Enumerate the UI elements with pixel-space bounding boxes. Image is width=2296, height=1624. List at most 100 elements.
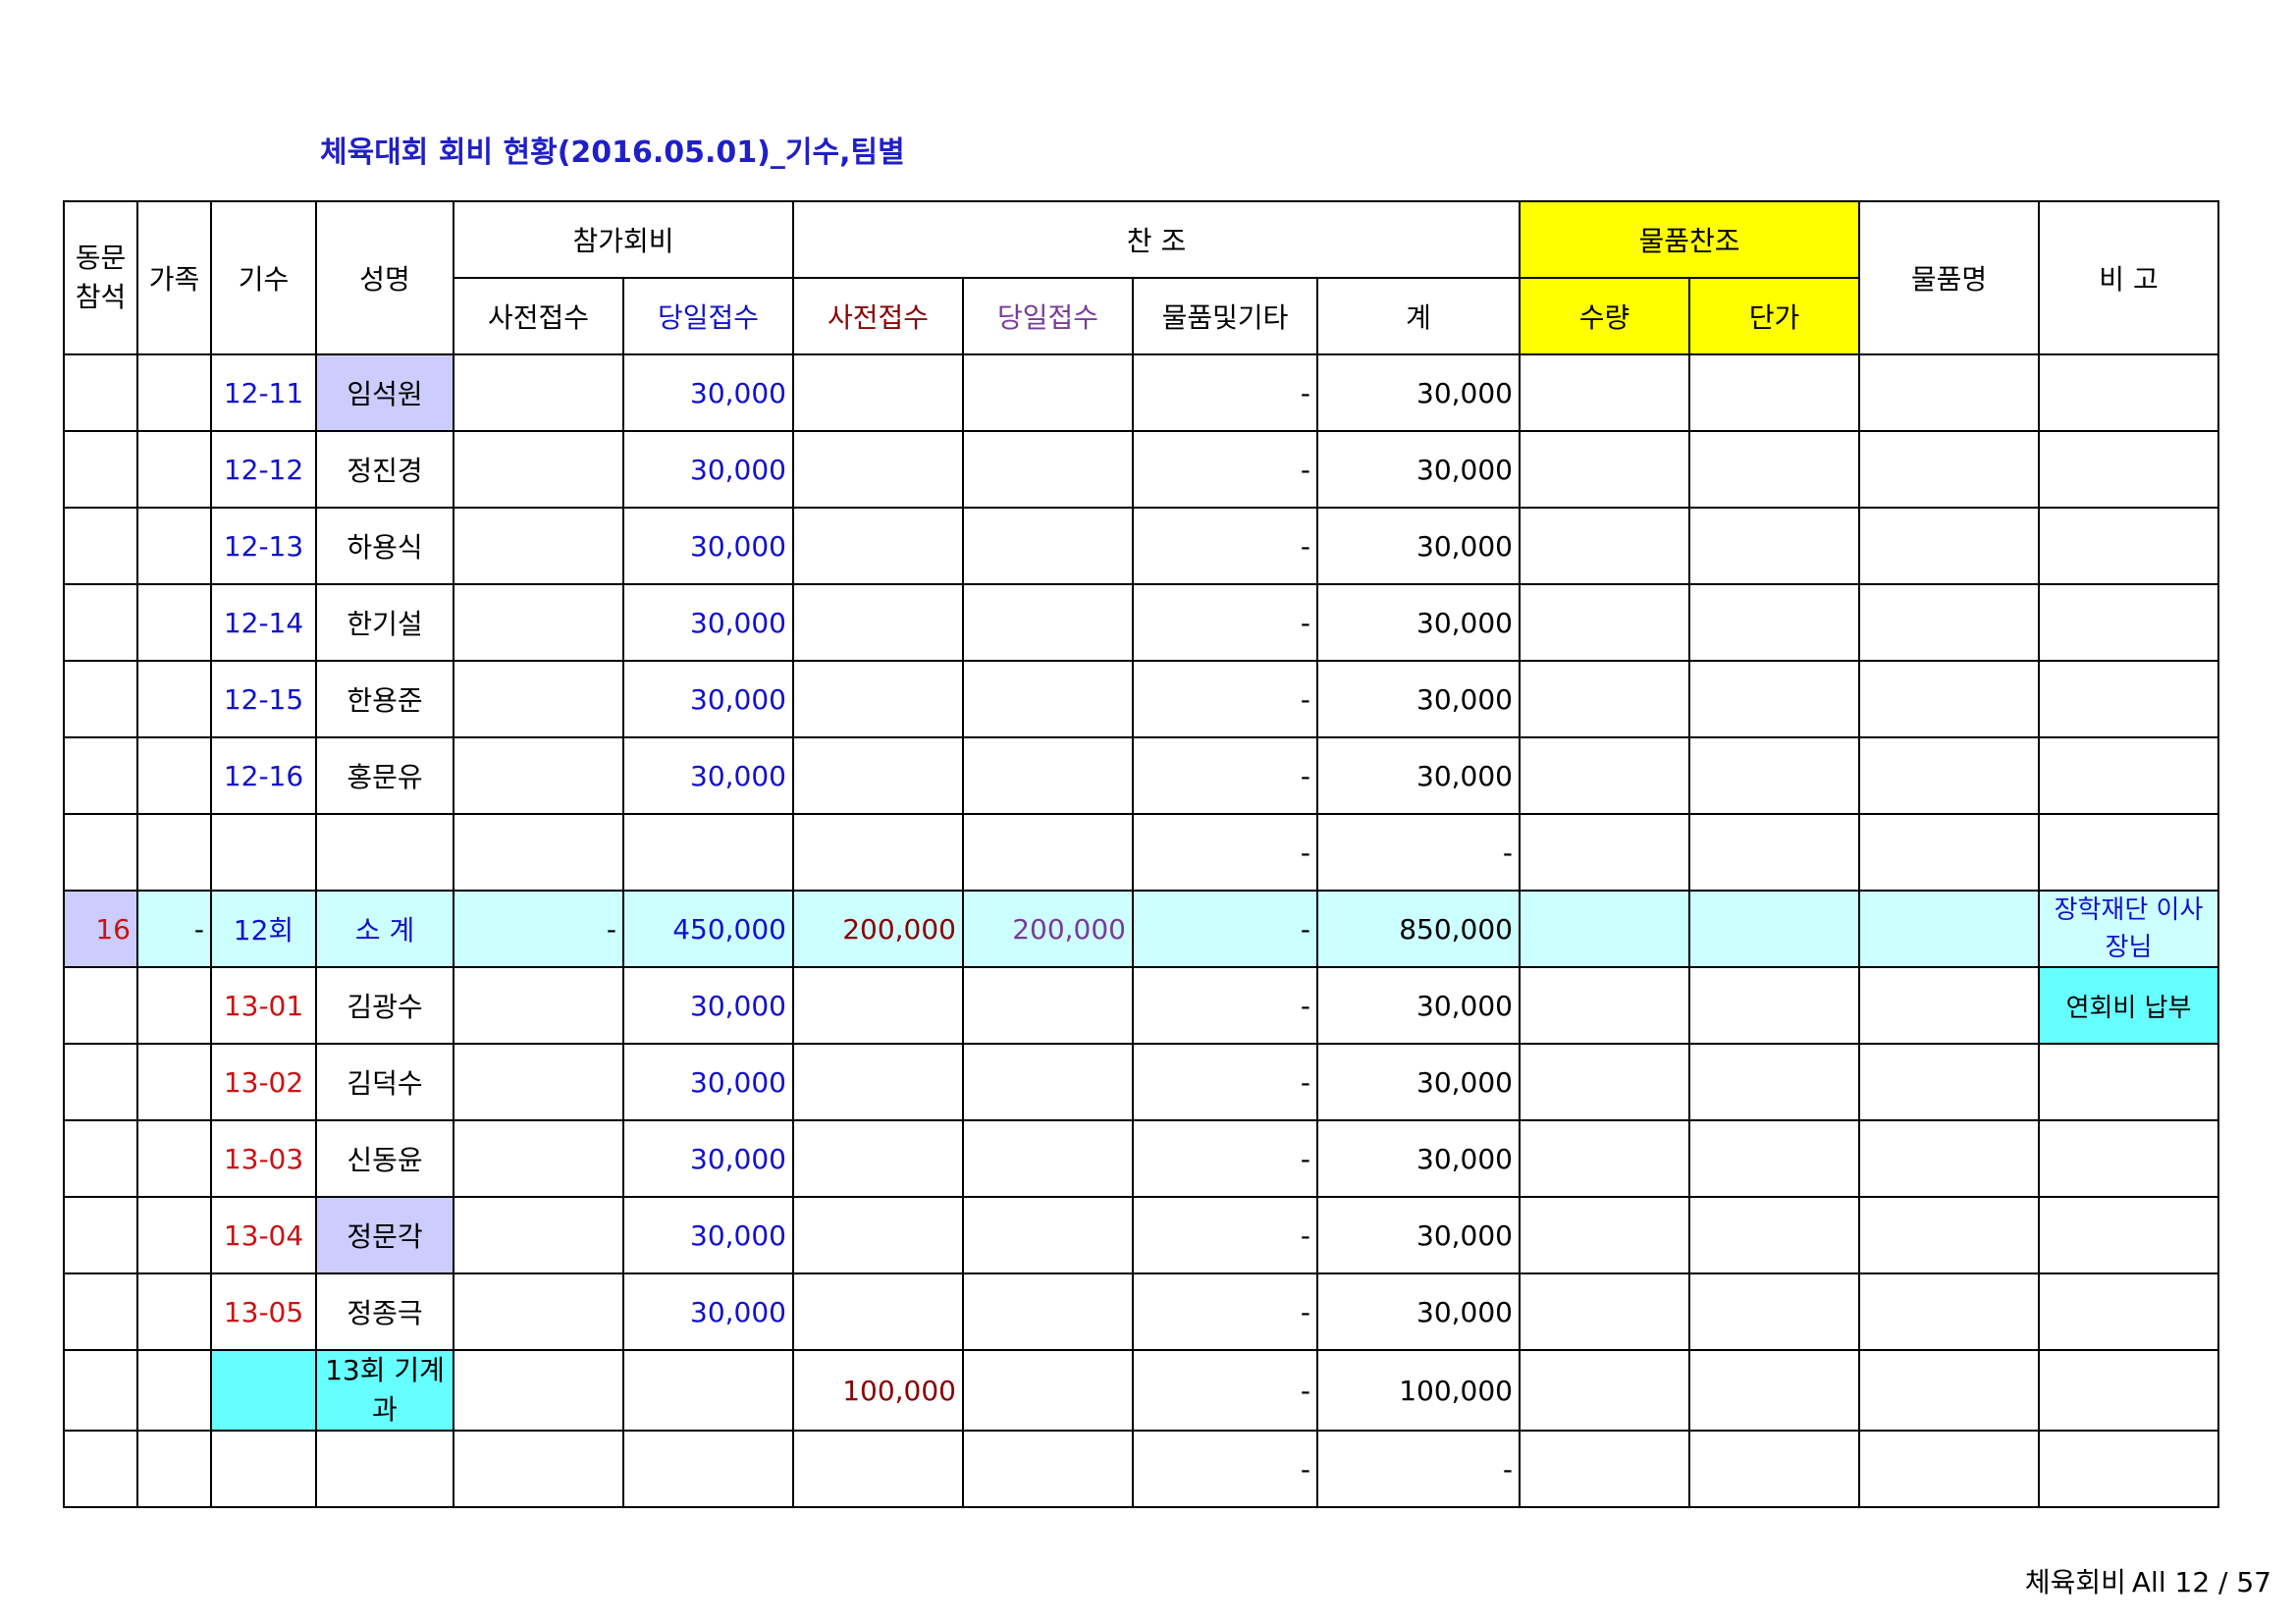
attend-cell <box>63 1043 138 1121</box>
remark-cell: 연회비 납부 <box>2038 966 2219 1045</box>
table-row: 12-11 임석원 30,000 - 30,000 <box>63 353 2219 432</box>
table-row: - - <box>63 1430 2219 1508</box>
subtotal-row: 16 - 12회 소 계 - 450,000 200,000 200,000 -… <box>63 890 2219 968</box>
goods-cell: - <box>1132 1119 1318 1198</box>
total-cell: 30,000 <box>1316 660 1521 738</box>
qty-cell <box>1519 1272 1690 1351</box>
table-row: 13-01 김광수 30,000 - 30,000 연회비 납부 <box>63 966 2219 1045</box>
qty-cell <box>1519 1349 1690 1432</box>
total-cell: 30,000 <box>1316 1043 1521 1121</box>
fee-pre-cell <box>453 1043 624 1121</box>
name-cell: 한기설 <box>315 583 454 662</box>
name-cell: 한용준 <box>315 660 454 738</box>
price-cell <box>1688 353 1860 432</box>
name-cell: 정진경 <box>315 430 454 509</box>
fee-pre-cell <box>453 736 624 815</box>
sup-day-cell <box>962 353 1134 432</box>
table-row: 12-16 홍문유 30,000 - 30,000 <box>63 736 2219 815</box>
goods-name-cell <box>1858 1043 2040 1121</box>
fee-day-cell: 450,000 <box>622 890 794 968</box>
remark-cell <box>2038 507 2219 585</box>
name-cell: 임석원 <box>315 353 454 432</box>
fee-pre-cell <box>453 430 624 509</box>
header-fee-day: 당일접수 <box>622 277 794 355</box>
page-footer: 체육회비 All 12 / 57 <box>2019 1561 2271 1600</box>
sup-pre-cell <box>792 1272 964 1351</box>
total-cell: 30,000 <box>1316 966 1521 1045</box>
header-attend: 동문 참석 <box>63 200 138 355</box>
price-cell <box>1688 890 1860 968</box>
fee-day-cell: 30,000 <box>622 736 794 815</box>
goods-name-cell <box>1858 1430 2040 1508</box>
total-cell: 30,000 <box>1316 353 1521 432</box>
remark-cell <box>2038 430 2219 509</box>
fee-day-cell: 30,000 <box>622 353 794 432</box>
family-cell <box>136 1119 212 1198</box>
fee-pre-cell <box>453 1196 624 1274</box>
header-goods-group: 물품찬조 <box>1519 200 1860 279</box>
family-cell <box>136 966 212 1045</box>
attend-cell <box>63 1349 138 1432</box>
remark-cell <box>2038 1043 2219 1121</box>
goods-cell: - <box>1132 353 1318 432</box>
goods-name-cell <box>1858 507 2040 585</box>
sup-pre-cell <box>792 1430 964 1508</box>
table-row: 13-02 김덕수 30,000 - 30,000 <box>63 1043 2219 1121</box>
name-cell <box>315 813 454 892</box>
price-cell <box>1688 660 1860 738</box>
total-cell: 850,000 <box>1316 890 1521 968</box>
goods-name-cell <box>1858 353 2040 432</box>
header-goods-name: 물품명 <box>1858 200 2040 355</box>
family-cell <box>136 507 212 585</box>
price-cell <box>1688 1196 1860 1274</box>
sup-day-cell <box>962 1043 1134 1121</box>
total-cell: 30,000 <box>1316 1119 1521 1198</box>
header-sup-day: 당일접수 <box>962 277 1134 355</box>
goods-name-cell <box>1858 890 2040 968</box>
gisu-cell <box>210 1430 317 1508</box>
attend-cell <box>63 1430 138 1508</box>
fee-pre-cell <box>453 1119 624 1198</box>
total-cell: 30,000 <box>1316 430 1521 509</box>
table-row: 13-03 신동윤 30,000 - 30,000 <box>63 1119 2219 1198</box>
price-cell <box>1688 736 1860 815</box>
header-support-group: 찬 조 <box>792 200 1521 279</box>
qty-cell <box>1519 430 1690 509</box>
total-cell: 30,000 <box>1316 583 1521 662</box>
gisu-cell: 13-04 <box>210 1196 317 1274</box>
price-cell <box>1688 583 1860 662</box>
gisu-cell: 12-12 <box>210 430 317 509</box>
header-sup-pre: 사전접수 <box>792 277 964 355</box>
gisu-cell: 12-11 <box>210 353 317 432</box>
header-name: 성명 <box>315 200 454 355</box>
goods-name-cell <box>1858 813 2040 892</box>
gisu-cell: 13-03 <box>210 1119 317 1198</box>
attend-cell <box>63 1196 138 1274</box>
price-cell <box>1688 430 1860 509</box>
qty-cell <box>1519 813 1690 892</box>
sup-pre-cell <box>792 736 964 815</box>
gisu-cell: 13-02 <box>210 1043 317 1121</box>
sup-day-cell <box>962 507 1134 585</box>
header-sup-goods: 물품및기타 <box>1132 277 1318 355</box>
header-remark: 비 고 <box>2038 200 2219 355</box>
fee-pre-cell <box>453 1349 624 1432</box>
goods-cell: - <box>1132 1196 1318 1274</box>
family-cell <box>136 1196 212 1274</box>
gisu-cell: 13-01 <box>210 966 317 1045</box>
qty-cell <box>1519 353 1690 432</box>
sup-day-cell <box>962 430 1134 509</box>
sup-pre-cell <box>792 1119 964 1198</box>
header-family: 가족 <box>136 200 212 355</box>
sup-pre-cell <box>792 1043 964 1121</box>
sup-pre-cell <box>792 507 964 585</box>
remark-cell <box>2038 1349 2219 1432</box>
sup-day-cell <box>962 813 1134 892</box>
page-title: 체육대회 회비 현황(2016.05.01)_기수,팀별 <box>320 135 905 170</box>
goods-name-cell <box>1858 736 2040 815</box>
attend-cell <box>63 660 138 738</box>
attend-cell <box>63 1272 138 1351</box>
total-cell: 30,000 <box>1316 736 1521 815</box>
fee-day-cell <box>622 813 794 892</box>
header-sup-total: 계 <box>1316 277 1521 355</box>
